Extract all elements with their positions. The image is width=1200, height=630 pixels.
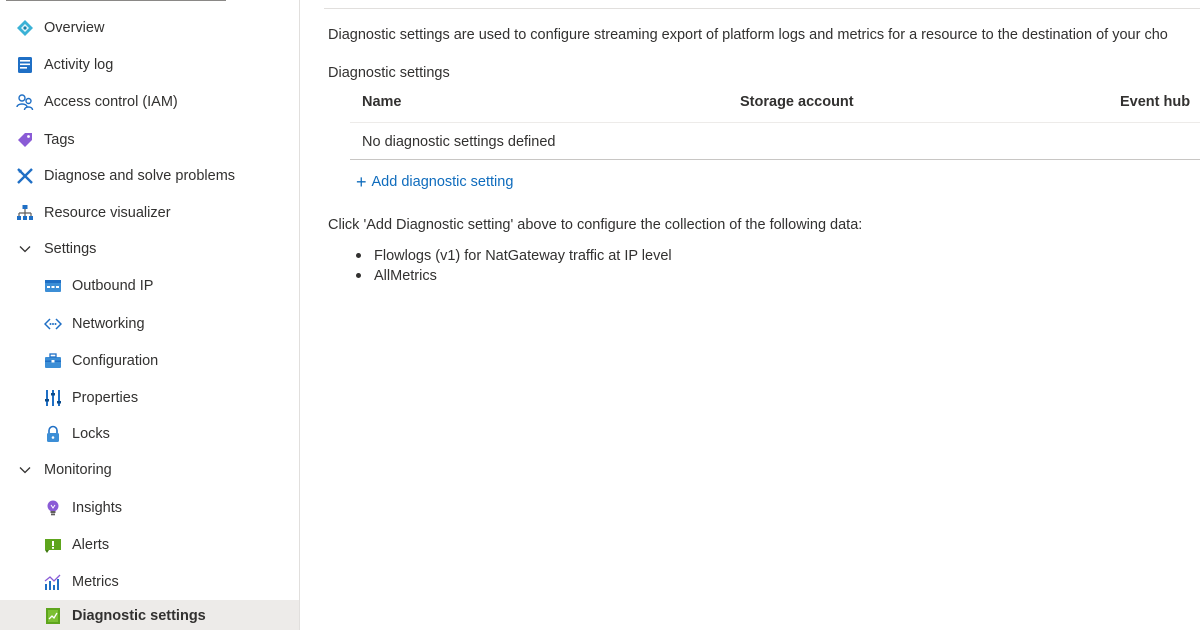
add-diagnostic-setting-label: Add diagnostic setting xyxy=(371,174,514,190)
sidebar-item-insights[interactable]: Insights xyxy=(0,493,299,523)
section-title: Diagnostic settings xyxy=(328,65,450,81)
sidebar-item-label: Networking xyxy=(72,316,145,332)
wrench-icon xyxy=(16,167,34,185)
configuration-icon xyxy=(44,352,62,370)
sidebar-item-label: Diagnose and solve problems xyxy=(44,168,236,184)
sidebar-item-label: Tags xyxy=(44,132,75,148)
sidebar-item-tags[interactable]: Tags xyxy=(0,125,299,155)
list-item: Flowlogs (v1) for NatGateway traffic at … xyxy=(356,246,672,266)
sidebar-item-activity-log[interactable]: Activity log xyxy=(0,50,299,80)
sidebar-item-metrics[interactable]: Metrics xyxy=(0,567,299,597)
sidebar-item-diagnostic-settings[interactable]: Diagnostic settings xyxy=(0,600,299,630)
sidebar-item-label: Outbound IP xyxy=(72,278,154,294)
data-collection-list: Flowlogs (v1) for NatGateway traffic at … xyxy=(356,246,672,286)
sidebar-item-label: Monitoring xyxy=(44,462,112,478)
networking-icon xyxy=(44,315,62,333)
chevron-down-icon xyxy=(16,240,34,258)
outbound-ip-icon xyxy=(44,277,62,295)
column-header-name[interactable]: Name xyxy=(362,94,402,110)
sidebar-item-label: Settings xyxy=(44,241,97,257)
sidebar-divider xyxy=(6,0,226,1)
info-text: Click 'Add Diagnostic setting' above to … xyxy=(328,217,863,233)
visualizer-icon xyxy=(16,204,34,222)
sidebar-item-label: Overview xyxy=(44,20,105,36)
insights-icon xyxy=(44,499,62,517)
sidebar-item-networking[interactable]: Networking xyxy=(0,309,299,339)
sidebar-item-label: Metrics xyxy=(72,574,119,590)
table-row: No diagnostic settings defined xyxy=(350,123,1200,160)
sidebar-group-monitoring[interactable]: Monitoring xyxy=(0,455,299,485)
table-header: Name Storage account Event hub xyxy=(350,84,1200,123)
diagnostic-settings-icon xyxy=(44,607,62,625)
sidebar-item-label: Access control (IAM) xyxy=(44,94,178,110)
chevron-down-icon xyxy=(16,461,34,479)
sidebar-item-label: Diagnostic settings xyxy=(72,608,206,624)
column-header-event-hub[interactable]: Event hub xyxy=(1120,94,1190,110)
overview-icon xyxy=(16,19,34,37)
tag-icon xyxy=(16,131,34,149)
sidebar-item-overview[interactable]: Overview xyxy=(0,13,299,43)
add-diagnostic-setting-link[interactable]: + Add diagnostic setting xyxy=(356,173,513,191)
sidebar-item-properties[interactable]: Properties xyxy=(0,383,299,413)
sidebar-item-outbound-ip[interactable]: Outbound IP xyxy=(0,271,299,301)
app: Overview Activity log Access control (IA… xyxy=(0,0,1200,630)
sidebar-item-access-control[interactable]: Access control (IAM) xyxy=(0,87,299,117)
sidebar-item-label: Activity log xyxy=(44,57,114,73)
properties-icon xyxy=(44,389,62,407)
activity-log-icon xyxy=(16,56,34,74)
sidebar-item-diagnose[interactable]: Diagnose and solve problems xyxy=(0,161,299,191)
sidebar-item-locks[interactable]: Locks xyxy=(0,419,299,449)
empty-message: No diagnostic settings defined xyxy=(362,134,556,150)
plus-icon: + xyxy=(356,172,367,192)
lock-icon xyxy=(44,425,62,443)
sidebar-item-label: Locks xyxy=(72,426,110,442)
sidebar-item-label: Alerts xyxy=(72,537,110,553)
alerts-icon xyxy=(44,536,62,554)
sidebar-group-settings[interactable]: Settings xyxy=(0,234,299,264)
sidebar-item-configuration[interactable]: Configuration xyxy=(0,346,299,376)
sidebar: Overview Activity log Access control (IA… xyxy=(0,0,300,630)
column-header-storage-account[interactable]: Storage account xyxy=(740,94,854,110)
list-item: AllMetrics xyxy=(356,266,672,286)
sidebar-item-label: Configuration xyxy=(72,353,159,369)
sidebar-item-label: Properties xyxy=(72,390,139,406)
sidebar-item-alerts[interactable]: Alerts xyxy=(0,530,299,560)
page-description: Diagnostic settings are used to configur… xyxy=(328,27,1168,43)
sidebar-item-resource-visualizer[interactable]: Resource visualizer xyxy=(0,198,299,228)
header-divider xyxy=(324,8,1200,9)
main-content: Diagnostic settings are used to configur… xyxy=(300,0,1200,630)
people-icon xyxy=(16,93,34,111)
sidebar-item-label: Insights xyxy=(72,500,122,516)
metrics-icon xyxy=(44,573,62,591)
sidebar-item-label: Resource visualizer xyxy=(44,205,171,221)
